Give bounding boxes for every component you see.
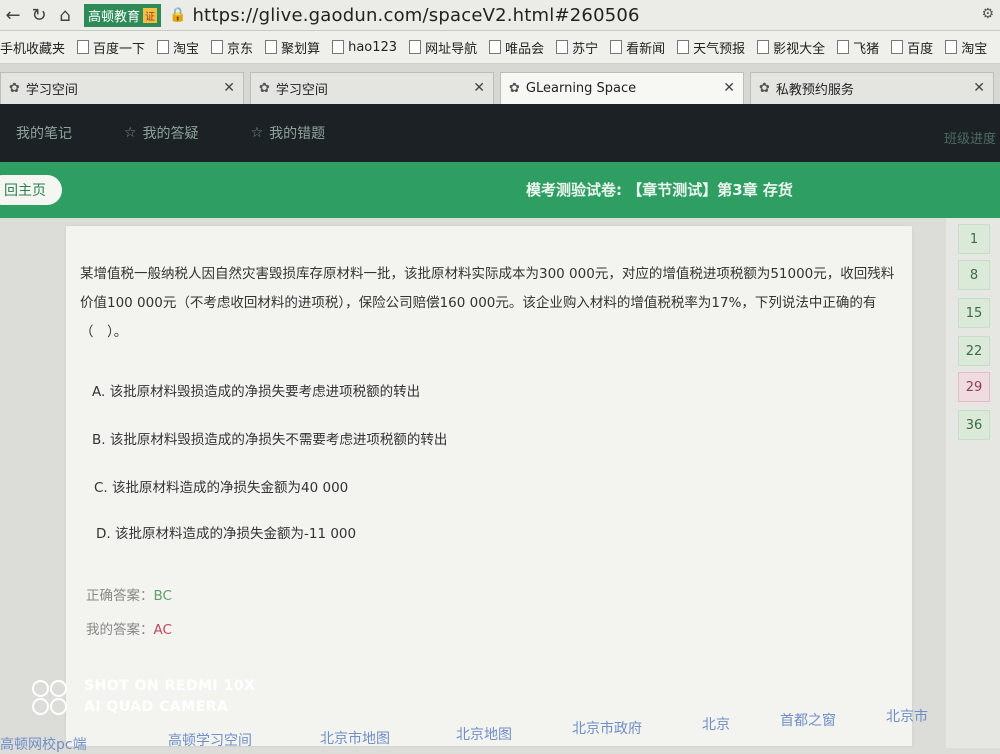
certificate-icon: 证 — [143, 7, 158, 23]
nav-class-progress[interactable]: 班级进度 — [944, 128, 996, 147]
bookmark-item[interactable]: 手机收藏夹 — [0, 38, 65, 57]
site-favicon-icon: ✿ — [259, 81, 270, 96]
site-favicon-icon: ✿ — [509, 81, 520, 96]
question-number-button[interactable]: 1 — [958, 224, 990, 254]
home-icon[interactable]: ⌂ — [52, 2, 78, 28]
tab-strip: ✿ 学习空间 ✕ ✿ 学习空间 ✕ ✿ GLearning Space ✕ ✿ … — [0, 64, 1000, 104]
nav-my-mistakes[interactable]: ☆ 我的错题 — [251, 123, 326, 143]
question-text: 某增值税一般纳税人因自然灾害毁损库存原材料一批，该批原材料实际成本为300 00… — [80, 266, 895, 340]
lock-icon: 🔒 — [169, 7, 187, 23]
question-number-button[interactable]: 8 — [958, 260, 990, 290]
footer-link[interactable]: 北京市地图 — [320, 728, 390, 748]
bookmark-item[interactable]: 百度一下 — [77, 38, 145, 57]
watermark-line1: SHOT ON REDMI 10X — [84, 678, 256, 694]
bookmark-item[interactable]: 百度 — [891, 38, 933, 57]
bookmark-item[interactable]: 飞猪 — [837, 38, 879, 57]
top-nav: 我的笔记 ☆ 我的答疑 ☆ 我的错题 班级进度 — [0, 104, 1000, 162]
correct-answer-label: 正确答案： — [86, 588, 154, 604]
bookmark-item[interactable]: 影视大全 — [757, 38, 825, 57]
footer-link[interactable]: 首都之窗 — [780, 710, 836, 730]
page-icon — [157, 40, 170, 54]
question-number-panel: 1 8 15 22 29 36 — [946, 218, 1000, 748]
option-d[interactable]: D. 该批原材料造成的净损失金额为-11 000 — [96, 522, 356, 542]
page-icon — [837, 40, 850, 54]
footer-link[interactable]: 北京市政府 — [572, 718, 642, 738]
browser-tab[interactable]: ✿ 学习空间 ✕ — [0, 72, 244, 104]
page-icon — [489, 40, 502, 54]
close-icon[interactable]: ✕ — [473, 80, 485, 96]
back-arrow-icon[interactable]: ← — [0, 2, 26, 28]
question-number-button[interactable]: 36 — [958, 410, 990, 440]
page-icon — [610, 40, 623, 54]
question-number-button-wrong[interactable]: 29 — [958, 372, 990, 402]
footer-link[interactable]: 北京市 — [886, 706, 928, 726]
bookmark-item[interactable]: 淘宝 — [945, 38, 987, 57]
tab-label: 学习空间 — [275, 83, 328, 98]
site-favicon-icon: ✿ — [9, 81, 20, 96]
footer-link[interactable]: 高顿学习空间 — [168, 730, 252, 750]
page-icon — [556, 40, 569, 54]
tab-label: 学习空间 — [25, 83, 78, 98]
bookmark-item[interactable]: 网址导航 — [409, 38, 477, 57]
page-icon — [265, 40, 278, 54]
site-tag-label: 高顿教育 — [88, 9, 141, 25]
correct-answer-row: 正确答案：BC — [86, 584, 172, 604]
correct-answer-value: BC — [153, 588, 172, 604]
bookmark-item[interactable]: 淘宝 — [157, 38, 199, 57]
star-icon: ☆ — [124, 125, 137, 141]
refresh-icon[interactable]: ↻ — [26, 2, 52, 28]
site-identity-badge[interactable]: 高顿教育 证 — [84, 3, 162, 27]
back-home-button[interactable]: 回主页 — [0, 175, 62, 205]
address-bar: ← ↻ ⌂ 高顿教育 证 🔒 https://glive.gaodun.com/… — [0, 0, 1000, 31]
footer-link[interactable]: 高顿网校pc端 — [0, 734, 87, 754]
bookmark-item[interactable]: 天气预报 — [677, 38, 745, 57]
nav-my-questions[interactable]: ☆ 我的答疑 — [124, 123, 199, 143]
exam-header: 回主页 模考测验试卷: 【章节测试】第3章 存货 — [0, 162, 1000, 218]
close-icon[interactable]: ✕ — [223, 80, 235, 96]
option-a[interactable]: A. 该批原材料毁损造成的净损失要考虑进项税额的转出 — [92, 380, 420, 400]
option-c[interactable]: C. 该批原材料造成的净损失金额为40 000 — [94, 476, 348, 496]
bookmark-item[interactable]: 京东 — [211, 38, 253, 57]
tab-label: 私教预约服务 — [775, 83, 854, 98]
bookmark-item[interactable]: 聚划算 — [265, 38, 320, 57]
bookmark-item[interactable]: 唯品会 — [489, 38, 544, 57]
page-icon — [757, 40, 770, 54]
my-answer-row: 我的答案：AC — [86, 618, 172, 638]
browser-tab-active[interactable]: ✿ GLearning Space ✕ — [500, 72, 744, 104]
page-icon — [677, 40, 690, 54]
page-icon — [211, 40, 224, 54]
bookmark-item[interactable]: 苏宁 — [556, 38, 598, 57]
browser-tab[interactable]: ✿ 私教预约服务 ✕ — [750, 72, 994, 104]
question-number-button[interactable]: 22 — [958, 336, 990, 366]
my-answer-value: AC — [153, 622, 172, 638]
bookmarks-bar: 手机收藏夹 百度一下 淘宝 京东 聚划算 hao123 网址导航 唯品会 苏宁 … — [0, 31, 1000, 64]
option-b[interactable]: B. 该批原材料毁损造成的净损失不需要考虑进项税额的转出 — [92, 428, 447, 448]
exam-title: 模考测验试卷: 【章节测试】第3章 存货 — [526, 181, 793, 199]
bookmark-item[interactable]: hao123 — [332, 40, 397, 55]
question-number-button[interactable]: 15 — [958, 298, 990, 328]
page-icon — [945, 40, 958, 54]
star-icon: ☆ — [250, 125, 264, 141]
watermark-line2: AI QUAD CAMERA — [84, 699, 229, 715]
browser-tab[interactable]: ✿ 学习空间 ✕ — [250, 72, 494, 104]
settings-gear-icon[interactable]: ⚙ — [981, 6, 994, 22]
close-icon[interactable]: ✕ — [723, 80, 735, 96]
page-icon — [77, 40, 90, 54]
tab-label: GLearning Space — [525, 81, 637, 96]
bookmark-item[interactable]: 看新闻 — [610, 38, 665, 57]
footer-link[interactable]: 北京 — [702, 714, 730, 734]
close-icon[interactable]: ✕ — [973, 80, 985, 96]
page-icon — [409, 40, 422, 54]
page-icon — [332, 40, 345, 54]
my-answer-label: 我的答案： — [86, 622, 154, 638]
footer-link[interactable]: 北京地图 — [456, 724, 512, 744]
camera-logo-icon — [32, 680, 70, 716]
url-field[interactable]: https://glive.gaodun.com/spaceV2.html#26… — [192, 5, 639, 26]
nav-my-notes[interactable]: 我的笔记 — [16, 123, 72, 143]
page-icon — [891, 40, 904, 54]
question-card: 某增值税一般纳税人因自然灾害毁损库存原材料一批，该批原材料实际成本为300 00… — [66, 226, 912, 746]
site-favicon-icon: ✿ — [759, 81, 770, 96]
